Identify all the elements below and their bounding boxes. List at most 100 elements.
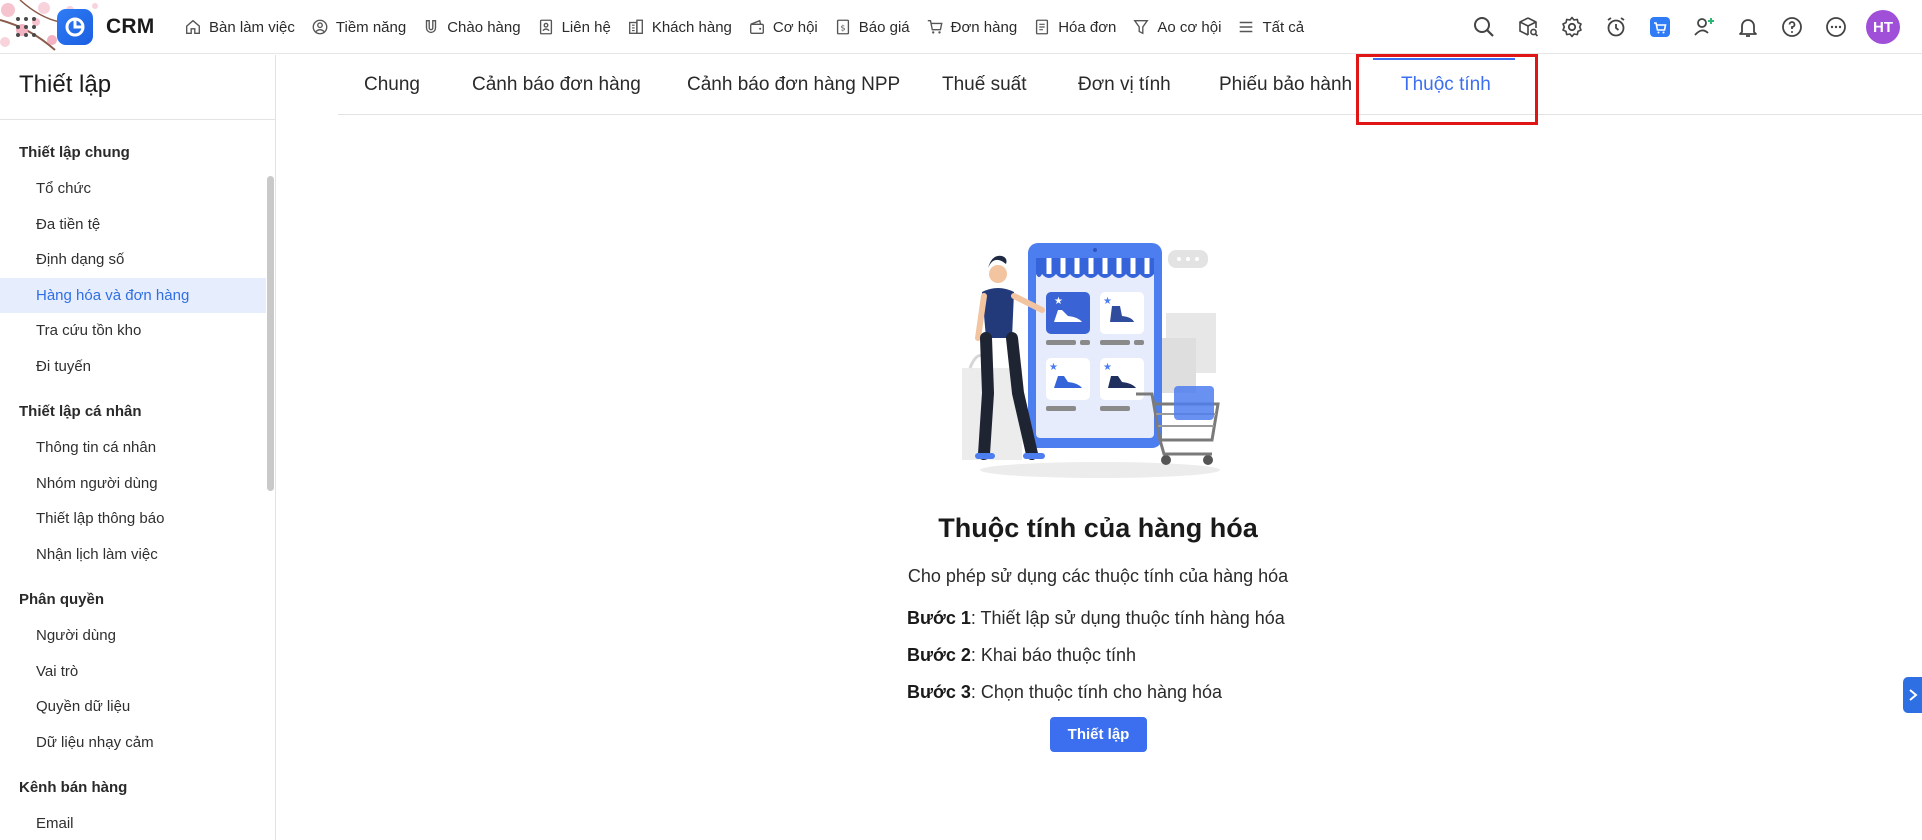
step-1: Bước 1: Thiết lập sử dụng thuộc tính hàn…: [907, 608, 1285, 629]
magnet-icon: [426, 20, 437, 34]
tab-unit[interactable]: Đơn vị tính: [1078, 55, 1171, 115]
sidebar-item-multi-currency[interactable]: Đa tiền tệ: [0, 207, 266, 243]
main-nav: Bàn làm việc Tiềm năng Chào hàng Liên hệ…: [176, 0, 1312, 54]
nav-item-label: Tiềm năng: [335, 18, 407, 36]
nav-item-all[interactable]: Tất cả: [1229, 0, 1312, 54]
add-user-icon[interactable]: [1690, 14, 1717, 41]
tab-attributes[interactable]: Thuộc tính: [1401, 55, 1491, 115]
chevron-right-icon: [1908, 689, 1918, 701]
cart-icon: [927, 20, 943, 34]
svg-text:$: $: [840, 23, 845, 33]
person-circle-icon: [312, 19, 328, 35]
step-3: Bước 3: Chọn thuộc tính cho hàng hóa: [907, 682, 1222, 703]
nav-item-contacts[interactable]: Liên hệ: [529, 0, 619, 54]
sidebar-list: Thiết lập chung Tổ chức Đa tiền tệ Định …: [0, 120, 266, 840]
tab-distributor-order-warning[interactable]: Cảnh báo đơn hàng NPP: [687, 55, 900, 115]
sidebar-group-personal: Thiết lập cá nhân: [19, 403, 142, 420]
step-text: : Chọn thuộc tính cho hàng hóa: [970, 682, 1223, 702]
sidebar-scrollbar-thumb[interactable]: [267, 176, 274, 491]
sidebar-item-data-permissions[interactable]: Quyền dữ liệu: [0, 689, 266, 725]
alarm-clock-icon[interactable]: [1602, 14, 1629, 41]
svg-text:★: ★: [1103, 296, 1112, 307]
nav-item-label: Đơn hàng: [950, 18, 1018, 36]
svg-text:★: ★: [1049, 362, 1058, 373]
app-launcher-grid-icon[interactable]: [14, 15, 38, 39]
home-icon: [186, 19, 200, 34]
tab-tax-rate[interactable]: Thuế suất: [942, 55, 1027, 115]
nav-item-opportunity-pool[interactable]: Ao cơ hội: [1124, 0, 1229, 54]
step-label: Bước 1: [907, 608, 971, 628]
step-2: Bước 2: Khai báo thuộc tính: [907, 645, 1136, 666]
nav-item-label: Tất cả: [1262, 18, 1305, 36]
bell-icon[interactable]: [1734, 14, 1761, 41]
sidebar-item-sensitive-data[interactable]: Dữ liệu nhạy cảm: [0, 725, 266, 761]
sidebar-title: Thiết lập: [19, 71, 112, 98]
sidebar-scrollbar[interactable]: [267, 120, 274, 840]
nav-item-label: Bàn làm việc: [209, 18, 295, 36]
nav-item-quotes[interactable]: $ Báo giá: [826, 0, 918, 54]
nav-item-offers[interactable]: Chào hàng: [414, 0, 528, 54]
nav-item-customers[interactable]: Khách hàng: [619, 0, 740, 54]
settings-sidebar: Thiết lập Thiết lập chung Tổ chức Đa tiề…: [0, 55, 276, 840]
setup-button[interactable]: Thiết lập: [1050, 717, 1147, 752]
nav-item-label: Hóa đơn: [1058, 18, 1117, 36]
svg-text:★: ★: [1054, 296, 1063, 307]
quote-doc-icon: $: [836, 19, 849, 35]
nav-item-label: Ao cơ hội: [1157, 18, 1222, 36]
header-actions: HT: [1470, 0, 1900, 54]
contact-card-icon: [539, 19, 552, 35]
sidebar-item-products-orders[interactable]: Hàng hóa và đơn hàng: [0, 277, 266, 313]
svg-text:★: ★: [1103, 362, 1112, 373]
sidebar-item-email[interactable]: Email: [0, 806, 266, 840]
help-icon[interactable]: [1778, 14, 1805, 41]
sidebar-item-roles[interactable]: Vai trò: [0, 654, 266, 690]
sidebar-group-permissions: Phân quyền: [19, 591, 105, 608]
invoice-icon: [1036, 19, 1049, 35]
nav-item-label: Khách hàng: [651, 18, 732, 36]
sidebar-group-sales-channels: Kênh bán hàng: [19, 779, 128, 796]
sidebar-item-organization[interactable]: Tổ chức: [0, 171, 266, 207]
nav-item-label: Báo giá: [858, 18, 910, 36]
tab-order-warning[interactable]: Cảnh báo đơn hàng: [472, 55, 641, 115]
gear-icon[interactable]: [1558, 14, 1585, 41]
more-icon[interactable]: [1822, 14, 1849, 41]
nav-item-workspace[interactable]: Bàn làm việc: [176, 0, 303, 54]
shop-illustration: ★ ★ ★ ★: [962, 243, 1220, 478]
empty-state-description: Cho phép sử dụng các thuộc tính của hàng…: [907, 566, 1289, 586]
sidebar-item-number-format[interactable]: Định dạng số: [0, 242, 266, 278]
sidebar-item-notification-settings[interactable]: Thiết lập thông báo: [0, 501, 266, 537]
top-bar: CRM Bàn làm việc Tiềm năng Chào hàng Liê…: [0, 0, 1922, 54]
sidebar-item-users[interactable]: Người dùng: [0, 618, 266, 654]
sidebar-item-work-schedule[interactable]: Nhận lịch làm việc: [0, 537, 266, 573]
shop-cart-icon[interactable]: [1646, 14, 1673, 41]
settings-tabs: Chung Cảnh báo đơn hàng Cảnh báo đơn hàn…: [338, 55, 1922, 115]
step-text: : Khai báo thuộc tính: [970, 645, 1136, 665]
sidebar-item-user-groups[interactable]: Nhóm người dùng: [0, 466, 266, 502]
step-text: : Thiết lập sử dụng thuộc tính hàng hóa: [970, 608, 1285, 628]
nav-item-orders[interactable]: Đơn hàng: [918, 0, 1026, 54]
empty-state-title: Thuộc tính của hàng hóa: [938, 513, 1258, 543]
active-tab-indicator: [1373, 58, 1515, 60]
building-icon: [628, 19, 643, 34]
nav-item-label: Liên hệ: [561, 18, 611, 36]
brand-name[interactable]: CRM: [106, 15, 154, 39]
step-label: Bước 2: [907, 645, 971, 665]
user-avatar[interactable]: HT: [1866, 10, 1900, 44]
tab-general[interactable]: Chung: [364, 55, 420, 115]
tab-warranty[interactable]: Phiếu bảo hành: [1219, 55, 1352, 115]
expand-panel-handle[interactable]: [1903, 677, 1922, 713]
box-search-icon[interactable]: [1514, 14, 1541, 41]
nav-item-label: Cơ hội: [772, 18, 818, 36]
crm-logo-icon[interactable]: [57, 9, 93, 45]
nav-item-opportunities[interactable]: Cơ hội: [740, 0, 826, 54]
step-label: Bước 3: [907, 682, 971, 702]
search-icon[interactable]: [1470, 14, 1497, 41]
nav-item-label: Chào hàng: [447, 18, 521, 36]
sidebar-item-routes[interactable]: Đi tuyến: [0, 349, 266, 385]
nav-item-invoices[interactable]: Hóa đơn: [1025, 0, 1124, 54]
menu-lines-icon: [1240, 21, 1253, 33]
sidebar-item-personal-info[interactable]: Thông tin cá nhân: [0, 430, 266, 466]
sidebar-item-inventory-lookup[interactable]: Tra cứu tồn kho: [0, 313, 266, 349]
nav-item-leads[interactable]: Tiềm năng: [303, 0, 414, 54]
sidebar-group-general: Thiết lập chung: [19, 144, 130, 161]
